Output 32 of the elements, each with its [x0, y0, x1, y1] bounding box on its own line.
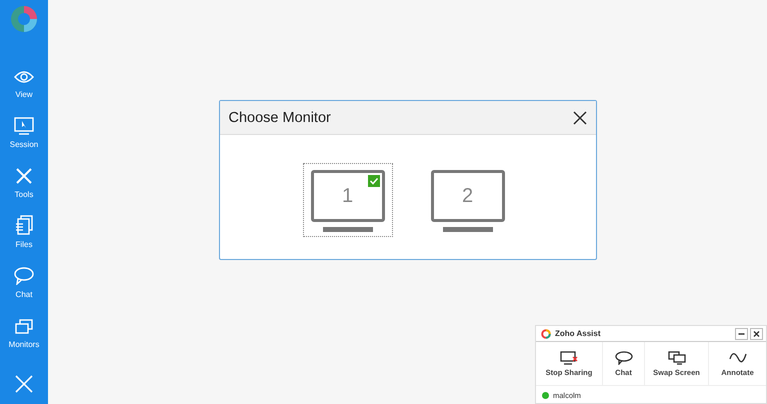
- logo-icon: [541, 328, 551, 338]
- sidebar-item[interactable]: Files: [8, 213, 40, 249]
- sidebar-label: Monitors: [8, 340, 40, 349]
- dialog-title: Choose Monitor: [228, 110, 331, 126]
- sidebar-label: Chat: [16, 290, 32, 299]
- monitor-number: 2: [462, 184, 474, 208]
- minimize-icon[interactable]: [735, 328, 748, 340]
- sidebar-item[interactable]: Session: [8, 113, 40, 149]
- monitors-icon: [15, 319, 33, 335]
- sidebar-item[interactable]: View: [8, 63, 40, 99]
- sidebar-label: Session: [10, 140, 38, 149]
- sidebar-label: Tools: [14, 190, 34, 199]
- monitor-number: 1: [342, 184, 354, 208]
- screen-cursor-icon: [14, 117, 34, 135]
- sidebar-label: View: [15, 90, 33, 99]
- monitor-option[interactable]: 1: [302, 163, 392, 237]
- close-icon[interactable]: [750, 328, 763, 340]
- sidebar-item[interactable]: Monitors: [8, 313, 40, 349]
- close-icon[interactable]: [572, 110, 586, 124]
- sidebar-item[interactable]: Tools: [8, 163, 40, 199]
- eye-icon: [14, 69, 34, 85]
- screen-x-icon: [560, 350, 578, 364]
- sidebar-item[interactable]: Chat: [8, 263, 40, 299]
- monitors-icon: [668, 350, 686, 364]
- sidebar-label: Files: [16, 240, 32, 249]
- wave-icon: [728, 350, 746, 364]
- files-icon: [15, 215, 33, 235]
- logo-icon: [10, 5, 38, 33]
- chat-icon: [14, 267, 34, 285]
- checkmark-icon: [368, 175, 380, 187]
- chat-icon: [614, 350, 632, 364]
- widget-title: Zoho Assist: [555, 329, 602, 338]
